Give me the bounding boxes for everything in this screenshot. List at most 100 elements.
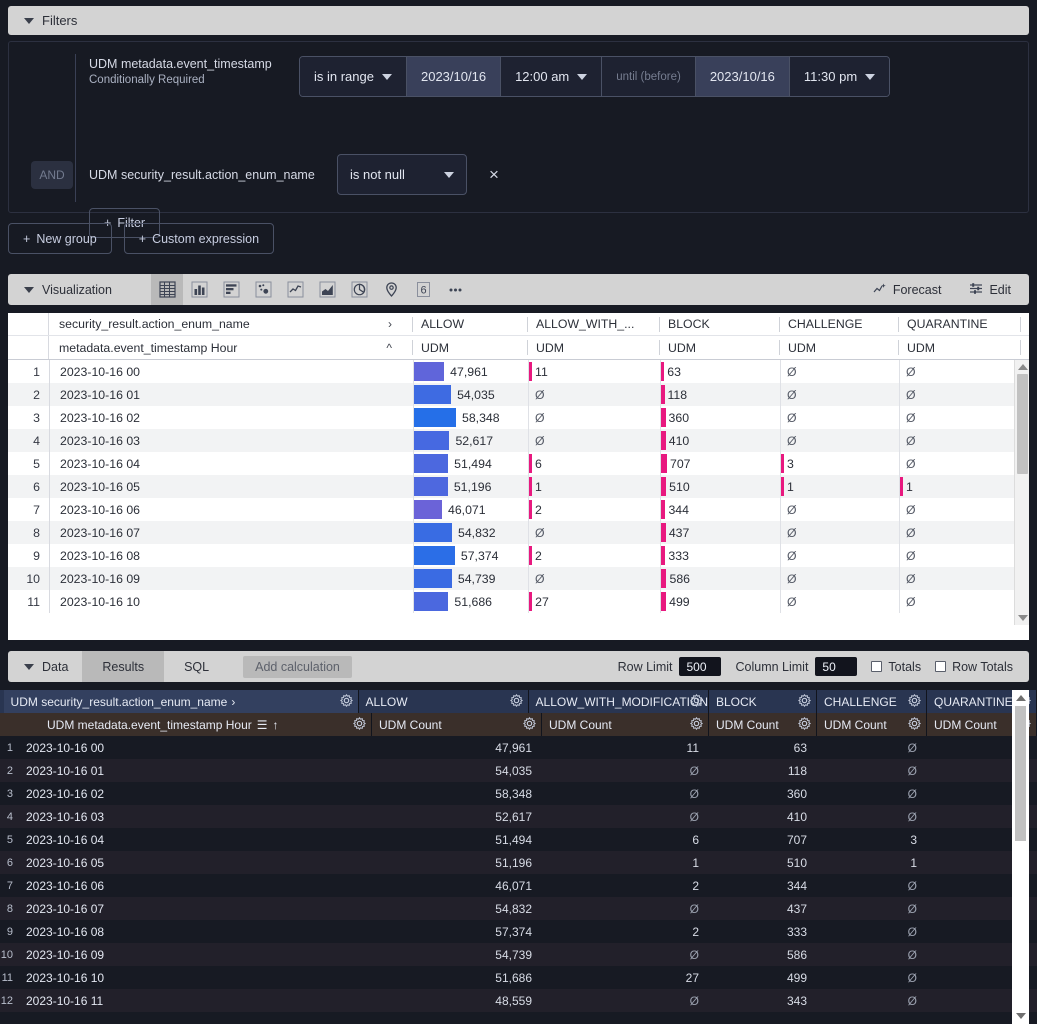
tab-sql[interactable]: SQL xyxy=(164,651,229,682)
cell-block[interactable]: 360 xyxy=(660,406,780,429)
chevron-right-icon[interactable]: › xyxy=(388,317,392,331)
table-row[interactable]: 12023-10-16 0047,9611163ØØ xyxy=(0,736,1037,759)
operator-select-action-enum[interactable]: is not null xyxy=(337,154,467,195)
cell-block[interactable]: 344 xyxy=(709,879,817,893)
scroll-thumb[interactable] xyxy=(1015,706,1026,841)
row-totals-checkbox[interactable]: Row Totals xyxy=(935,660,1013,674)
cell-allow-with-mod[interactable]: 2 xyxy=(542,925,709,939)
table-row[interactable]: 42023-10-16 0352,617Ø410ØØ xyxy=(8,429,1029,452)
scroll-up-arrow-icon[interactable] xyxy=(1018,364,1028,370)
cell-quarantine[interactable]: Ø xyxy=(899,429,1021,452)
table-row[interactable]: 112023-10-16 1051,68627499ØØ xyxy=(0,966,1037,989)
cell-quarantine[interactable]: Ø xyxy=(899,360,1021,383)
cell-allow-with-mod[interactable]: Ø xyxy=(542,902,709,916)
cell-allow[interactable]: 57,374 xyxy=(413,544,528,567)
cell-challenge[interactable]: Ø xyxy=(780,590,899,613)
table-row[interactable]: 82023-10-16 0754,832Ø437ØØ xyxy=(8,521,1029,544)
cell-challenge[interactable]: Ø xyxy=(780,383,899,406)
custom-expression-button[interactable]: + Custom expression xyxy=(124,223,274,254)
cell-allow-with-mod[interactable]: Ø xyxy=(542,994,709,1008)
cell-allow-with-mod[interactable]: 2 xyxy=(528,498,660,521)
checkbox-icon[interactable] xyxy=(935,661,946,672)
cell-block[interactable]: 63 xyxy=(709,741,817,755)
data-measure-header-challenge[interactable]: UDM Count xyxy=(817,713,927,736)
cell-allow-with-mod[interactable]: 2 xyxy=(528,544,660,567)
cell-quarantine[interactable]: Ø xyxy=(899,383,1021,406)
cell-allow[interactable]: 54,739 xyxy=(413,567,528,590)
cell-block[interactable]: 499 xyxy=(660,590,780,613)
sort-ascending-icon[interactable]: ↑ xyxy=(273,718,279,732)
column-chart-icon[interactable] xyxy=(183,274,215,305)
cell-block[interactable]: 707 xyxy=(660,452,780,475)
collapse-triangle-icon[interactable] xyxy=(24,18,34,24)
bar-chart-icon[interactable] xyxy=(215,274,247,305)
cell-block[interactable]: 333 xyxy=(709,925,817,939)
cell-allow[interactable]: 54,739 xyxy=(372,948,542,962)
data-measure-header-allow-with-mod[interactable]: UDM Count xyxy=(542,713,709,736)
cell-challenge[interactable]: Ø xyxy=(817,787,927,801)
data-measure-header-allow[interactable]: UDM Count xyxy=(372,713,542,736)
pivot-col-header-quarantine[interactable]: QUARANTINE xyxy=(898,317,1020,332)
cell-challenge[interactable]: Ø xyxy=(780,429,899,452)
cell-allow-with-mod[interactable]: Ø xyxy=(542,810,709,824)
pivot-col-header-challenge[interactable]: CHALLENGE xyxy=(779,317,898,332)
cell-allow-with-mod[interactable]: Ø xyxy=(528,521,660,544)
measure-header-allow-with-mod[interactable]: UDM xyxy=(527,340,659,355)
cell-allow[interactable]: 51,196 xyxy=(372,856,542,870)
data-pivot-dimension-header[interactable]: UDM security_result.action_enum_name › xyxy=(4,690,359,713)
data-pivot-header-allow-with-mod[interactable]: ALLOW_WITH_MODIFICATION xyxy=(529,690,709,713)
filters-section-header[interactable]: Filters xyxy=(8,6,1029,35)
cell-challenge[interactable]: Ø xyxy=(817,971,927,985)
cell-quarantine[interactable]: Ø xyxy=(899,544,1021,567)
cell-challenge[interactable]: Ø xyxy=(780,498,899,521)
cell-challenge[interactable]: 1 xyxy=(780,475,899,498)
table-row[interactable]: 12023-10-16 0047,9611163ØØ xyxy=(8,360,1029,383)
scroll-down-arrow-icon[interactable] xyxy=(1018,615,1028,621)
cell-allow[interactable]: 47,961 xyxy=(372,741,542,755)
start-time-select[interactable]: 12:00 am xyxy=(501,57,602,96)
table-row[interactable]: 72023-10-16 0646,0712344ØØ xyxy=(8,498,1029,521)
cell-challenge[interactable]: Ø xyxy=(780,360,899,383)
cell-allow-with-mod[interactable]: 6 xyxy=(542,833,709,847)
measure-header-allow[interactable]: UDM xyxy=(412,340,527,355)
cell-allow[interactable]: 54,035 xyxy=(413,383,528,406)
cell-block[interactable]: 360 xyxy=(709,787,817,801)
add-calculation-button[interactable]: Add calculation xyxy=(243,656,352,678)
pivot-dimension-header[interactable]: security_result.action_enum_name › xyxy=(49,317,412,331)
table-row[interactable]: 62023-10-16 0551,196151011 xyxy=(8,475,1029,498)
data-table-scrollbar[interactable] xyxy=(1012,690,1029,1024)
dimension-header[interactable]: metadata.event_timestamp Hour ^ xyxy=(49,341,412,355)
cell-quarantine[interactable]: 1 xyxy=(899,475,1021,498)
cell-allow-with-mod[interactable]: Ø xyxy=(528,429,660,452)
table-row[interactable]: 92023-10-16 0857,3742333ØØ xyxy=(8,544,1029,567)
table-row[interactable]: 22023-10-16 0154,035Ø118ØØ xyxy=(0,759,1037,782)
area-chart-icon[interactable] xyxy=(311,274,343,305)
cell-block[interactable]: 118 xyxy=(709,764,817,778)
pivot-col-header-allow-with-mod[interactable]: ALLOW_WITH_... xyxy=(527,317,659,332)
measure-header-challenge[interactable]: UDM xyxy=(779,340,898,355)
cell-challenge[interactable]: Ø xyxy=(817,925,927,939)
cell-block[interactable]: 510 xyxy=(709,856,817,870)
gear-icon[interactable] xyxy=(510,694,523,710)
cell-allow-with-mod[interactable]: 27 xyxy=(528,590,660,613)
cell-allow[interactable]: 54,832 xyxy=(413,521,528,544)
end-date-input[interactable]: 2023/10/16 xyxy=(696,57,790,96)
cell-challenge[interactable]: Ø xyxy=(817,948,927,962)
chevron-right-icon[interactable]: › xyxy=(231,695,235,709)
gear-icon[interactable] xyxy=(908,717,921,733)
gear-icon[interactable] xyxy=(353,717,366,733)
cell-allow-with-mod[interactable]: 1 xyxy=(542,856,709,870)
cell-allow[interactable]: 51,494 xyxy=(413,452,528,475)
scatter-plot-icon[interactable] xyxy=(247,274,279,305)
totals-checkbox[interactable]: Totals xyxy=(871,660,921,674)
cell-block[interactable]: 410 xyxy=(660,429,780,452)
cell-challenge[interactable]: 1 xyxy=(817,856,927,870)
operator-select-timestamp[interactable]: is in range xyxy=(300,57,407,96)
scroll-up-arrow-icon[interactable] xyxy=(1016,695,1026,701)
cell-challenge[interactable]: 3 xyxy=(780,452,899,475)
table-row[interactable]: 32023-10-16 0258,348Ø360ØØ xyxy=(8,406,1029,429)
remove-filter-icon[interactable]: × xyxy=(489,166,499,183)
cell-allow-with-mod[interactable]: 11 xyxy=(542,741,709,755)
table-row[interactable]: 62023-10-16 0551,196151011 xyxy=(0,851,1037,874)
end-time-select[interactable]: 11:30 pm xyxy=(790,57,889,96)
